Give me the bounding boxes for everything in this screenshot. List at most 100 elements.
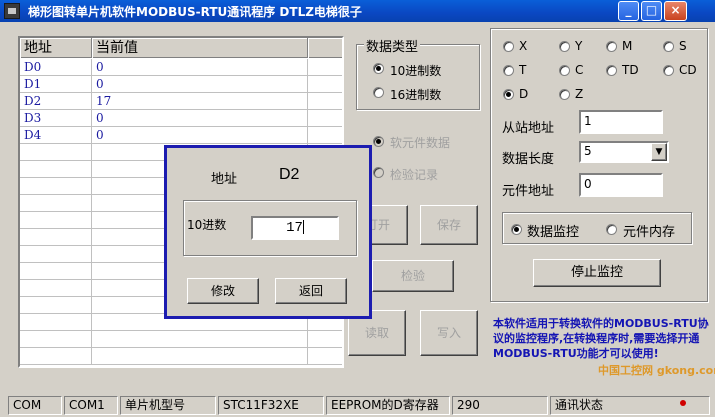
radio-device-m[interactable] [606,41,617,52]
table-row[interactable] [20,331,342,348]
grid-header-blank [308,38,342,58]
back-button[interactable]: 返回 [275,278,347,304]
status-eeprom-value: 290 [452,396,548,415]
stop-monitor-button[interactable]: 停止监控 [533,259,661,287]
radio-decimal-label: 10进制数 [390,64,442,78]
data-length-value: 5 [584,144,592,158]
address-cell[interactable]: D4 [20,127,92,144]
address-cell[interactable] [20,144,92,161]
address-cell[interactable] [20,161,92,178]
dialog-address-label: 地址 [211,172,238,187]
radio-element-memory-label: 元件内存 [623,225,676,240]
blank-cell [308,76,342,93]
radio-device-td[interactable] [606,65,617,76]
table-row[interactable]: D3 0 [20,110,342,127]
radio-device-x[interactable] [503,41,514,52]
table-row[interactable]: D0 0 [20,59,342,76]
value-cell[interactable]: 17 [92,93,308,110]
address-cell[interactable] [20,212,92,229]
blank-cell [308,127,342,144]
grid-header: 地址 当前值 [20,38,342,58]
radio-device-cd[interactable] [663,65,674,76]
watermark: 中国工控网 gkong.com [598,364,715,377]
check-button[interactable]: 检验 [372,260,454,292]
value-cell[interactable]: 0 [92,59,308,76]
address-cell[interactable] [20,348,92,365]
radio-device-t[interactable] [503,65,514,76]
app-icon[interactable] [4,3,20,19]
element-address-label: 元件地址 [502,184,555,199]
dialog-value-input[interactable]: 17 [251,216,339,240]
radio-device-label: X [519,39,528,53]
address-cell[interactable]: D2 [20,93,92,110]
close-button[interactable]: × [664,1,687,21]
value-cell[interactable] [92,348,308,365]
value-cell[interactable]: 0 [92,127,308,144]
radio-device-label: D [519,87,529,101]
element-address-input[interactable]: 0 [579,173,663,197]
value-cell[interactable]: 0 [92,110,308,127]
address-cell[interactable] [20,195,92,212]
radio-check-record[interactable] [373,167,384,178]
radio-device-z[interactable] [559,89,570,100]
data-length-label: 数据长度 [502,152,555,167]
status-comm-state: 通讯状态 [550,396,710,415]
radio-decimal[interactable] [373,63,384,74]
address-cell[interactable] [20,246,92,263]
dialog-address-value: D2 [279,166,300,183]
radio-data-monitor-label: 数据监控 [527,225,580,240]
minimize-button[interactable]: _ [618,1,639,21]
address-cell[interactable] [20,314,92,331]
radio-device-d[interactable] [503,89,514,100]
slave-address-label: 从站地址 [502,121,555,136]
chevron-down-icon[interactable]: ▼ [651,143,667,161]
dialog-value-text: 17 [286,220,303,236]
radio-device-y[interactable] [559,41,570,52]
write-button[interactable]: 写入 [420,310,478,356]
dialog-decimal-label: 10进数 [187,218,227,232]
radio-hex[interactable] [373,87,384,98]
status-com-label: COM [8,396,62,415]
status-eeprom-label: EEPROM的D寄存器 [326,396,450,415]
modify-button[interactable]: 修改 [187,278,259,304]
radio-device-label: C [575,63,584,77]
radio-device-data[interactable] [373,136,384,147]
blank-cell [308,348,342,365]
address-cell[interactable] [20,280,92,297]
info-text: 本软件适用于转换软件的MODBUS-RTU协议的监控程序,在转换程序时,需要选择… [493,317,709,360]
table-row[interactable] [20,348,342,365]
address-cell[interactable] [20,178,92,195]
table-row[interactable]: D4 0 [20,127,342,144]
data-type-title: 数据类型 [364,36,421,55]
radio-device-data-label: 软元件数据 [390,136,451,150]
value-cell[interactable] [92,331,308,348]
radio-device-s[interactable] [663,41,674,52]
radio-device-label: TD [622,63,639,77]
address-cell[interactable]: D0 [20,59,92,76]
data-length-select[interactable]: 5 ▼ [579,141,669,163]
table-row[interactable]: D2 17 [20,93,342,110]
status-mcu-model: STC11F32XE [218,396,324,415]
title-bar[interactable]: 梯形图转单片机软件MODBUS-RTU通讯程序 DTLZ电梯很子 _ □ × [0,0,715,22]
radio-device-c[interactable] [559,65,570,76]
address-cell[interactable] [20,297,92,314]
maximize-button[interactable]: □ [641,1,662,21]
save-button[interactable]: 保存 [420,205,478,245]
radio-data-monitor[interactable] [511,224,522,235]
grid-header-address[interactable]: 地址 [20,38,92,58]
address-cell[interactable] [20,263,92,280]
address-cell[interactable]: D3 [20,110,92,127]
address-cell[interactable] [20,229,92,246]
status-com-port: COM1 [64,396,118,415]
grid-header-value[interactable]: 当前值 [92,38,308,58]
value-cell[interactable]: 0 [92,76,308,93]
slave-address-input[interactable]: 1 [579,110,663,134]
radio-device-label: Y [575,39,583,53]
blank-cell [308,59,342,76]
address-cell[interactable]: D1 [20,76,92,93]
radio-element-memory[interactable] [606,224,617,235]
address-cell[interactable] [20,331,92,348]
table-row[interactable]: D1 0 [20,76,342,93]
radio-device-label: Z [575,87,584,101]
status-mcu-label: 单片机型号 [120,396,216,415]
